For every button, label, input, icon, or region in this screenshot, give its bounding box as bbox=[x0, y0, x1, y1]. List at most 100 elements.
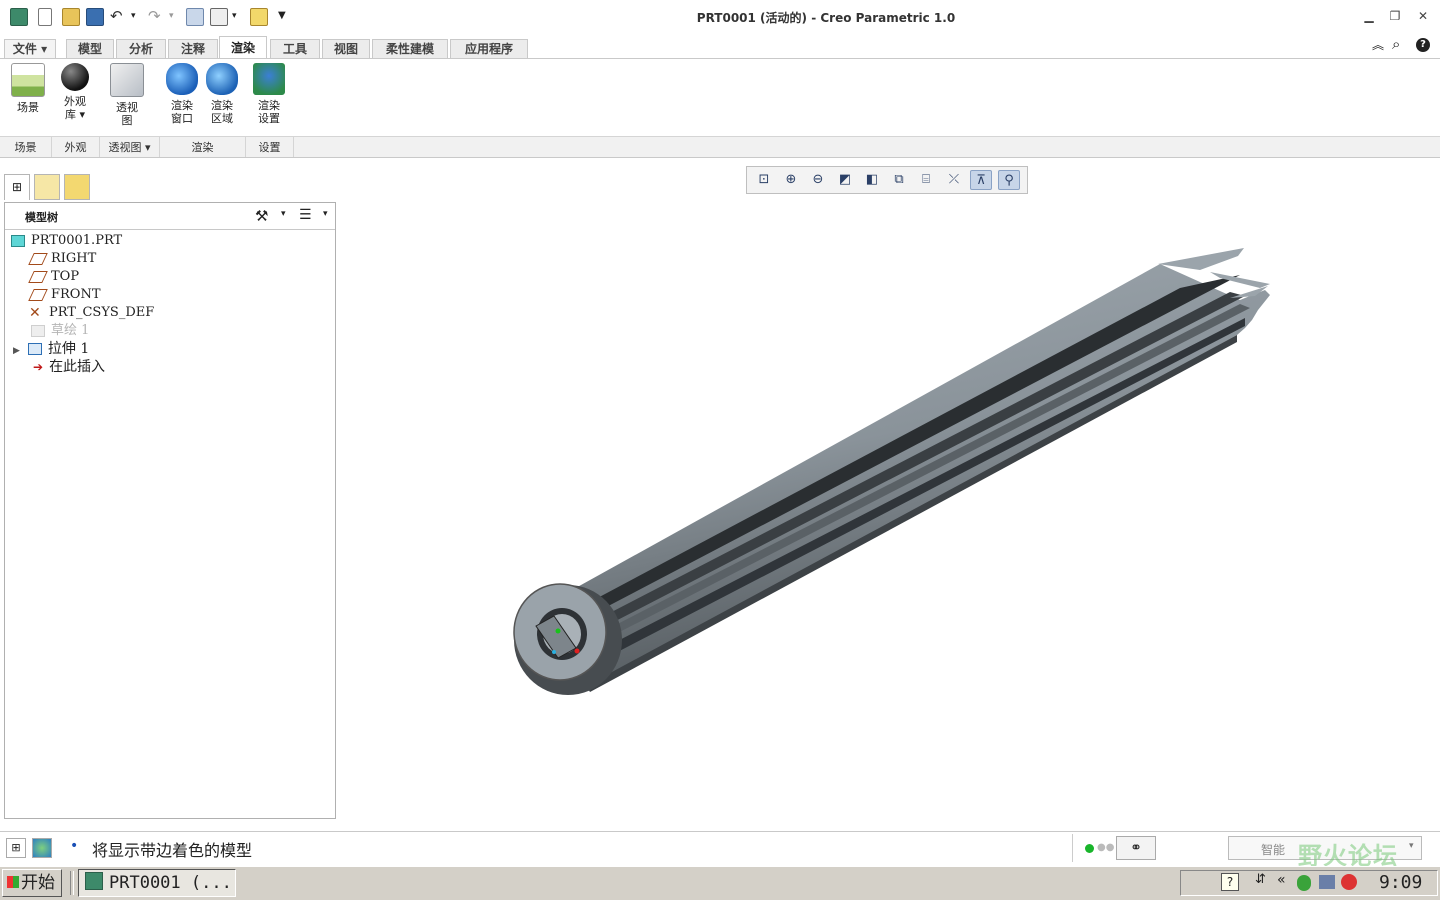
tray: ? ⇵ « 9:09 bbox=[1180, 870, 1438, 896]
tab-analysis[interactable]: 分析 bbox=[116, 39, 166, 58]
expand-arrow-icon[interactable]: ▶ bbox=[13, 346, 20, 356]
tab-annotate[interactable]: 注释 bbox=[168, 39, 218, 58]
saved-orientations-icon[interactable]: ⧉ bbox=[888, 170, 910, 190]
display-style-icon[interactable]: ◧ bbox=[861, 170, 883, 190]
regen-status-dots-icon: ●● bbox=[1097, 842, 1115, 853]
graphics-toolbar: ⊡ ⊕ ⊖ ◩ ◧ ⧉ ⌸ ⤫ ⊼ ⚲ bbox=[746, 166, 1028, 194]
tab-model[interactable]: 模型 bbox=[66, 39, 114, 58]
tab-file[interactable]: 文件 ▾ bbox=[4, 39, 56, 58]
os-taskbar: 开始 PRT0001 (... ? ⇵ « 9:09 bbox=[0, 866, 1440, 900]
datum-plane-icon bbox=[28, 288, 48, 301]
tab-view[interactable]: 视图 bbox=[322, 39, 370, 58]
repaint-icon[interactable]: ◩ bbox=[834, 170, 856, 190]
render-region-button[interactable]: 渲染 区域 bbox=[202, 63, 242, 125]
extrude-icon bbox=[27, 343, 42, 355]
render-setup-icon bbox=[253, 63, 285, 95]
render-region-icon bbox=[206, 63, 238, 95]
model-tree-header: 模型树 ⚒ ▾ ☰ ▾ bbox=[5, 203, 335, 230]
tree-item-sketch[interactable]: 草绘 1 bbox=[31, 322, 89, 340]
collapse-ribbon-icon[interactable]: ︽ bbox=[1372, 36, 1384, 53]
taskbar-item-creo[interactable]: PRT0001 (... bbox=[78, 869, 236, 897]
insert-arrow-icon: ➔ bbox=[33, 360, 44, 374]
group-settings: 设置 bbox=[246, 136, 294, 157]
ribbon: 场景 外观 库 ▾ 透视 图 渲染 窗口 渲染 区域 渲染 设置 场景 外观 透… bbox=[0, 58, 1440, 158]
tree-item-front[interactable]: FRONT bbox=[28, 286, 101, 304]
csys-origin-icon bbox=[555, 628, 561, 634]
filter-dropdown-icon[interactable]: ▾ bbox=[1409, 841, 1414, 851]
divider bbox=[1072, 834, 1073, 862]
search-icon[interactable]: ⌕ bbox=[1392, 35, 1400, 53]
minimize-icon[interactable]: ▁ bbox=[1362, 9, 1376, 23]
navigator-tabs: ⊞ bbox=[4, 172, 98, 202]
tree-item-csys[interactable]: ✕ PRT_CSYS_DEF bbox=[29, 304, 154, 322]
sketch-icon bbox=[31, 324, 45, 337]
creo-task-icon bbox=[85, 872, 103, 890]
spin-center-icon[interactable]: ⚲ bbox=[998, 170, 1020, 190]
tab-flexible-modeling[interactable]: 柔性建模 bbox=[372, 39, 448, 58]
scene-button[interactable]: 场景 bbox=[8, 63, 48, 114]
model-tree-tab-icon[interactable]: ⊞ bbox=[4, 174, 30, 200]
perspective-icon bbox=[110, 63, 144, 97]
language-bar-icon[interactable]: ⇵ bbox=[1255, 872, 1266, 887]
tree-columns-icon[interactable]: ☰ bbox=[299, 207, 312, 223]
tree-item-extrude[interactable]: ▶ 拉伸 1 bbox=[13, 340, 89, 358]
folder-browser-tab-icon[interactable] bbox=[34, 174, 60, 200]
datum-plane-icon bbox=[28, 270, 48, 283]
appearance-sphere-icon bbox=[61, 63, 89, 91]
tree-item-part[interactable]: PRT0001.PRT bbox=[11, 232, 122, 250]
group-perspective[interactable]: 透视图 ▾ bbox=[100, 136, 160, 157]
status-bar: ⊞ • 将显示带边着色的模型 ●● ⚭ 智能 ▾ 野火论坛 bbox=[0, 831, 1440, 870]
close-icon[interactable]: ✕ bbox=[1416, 9, 1430, 23]
regen-status-icon bbox=[1085, 844, 1094, 853]
model-viewport[interactable] bbox=[340, 200, 1440, 825]
tree-settings-icon[interactable]: ⚒ bbox=[255, 207, 268, 225]
annotation-display-icon[interactable]: ⊼ bbox=[970, 170, 992, 190]
tree-item-top[interactable]: TOP bbox=[28, 268, 79, 286]
render-setup-button[interactable]: 渲染 设置 bbox=[249, 63, 289, 125]
appearance-gallery-button[interactable]: 外观 库 ▾ bbox=[54, 63, 96, 121]
part-icon bbox=[11, 234, 25, 247]
browser-toggle-icon[interactable] bbox=[32, 838, 52, 858]
tab-tools[interactable]: 工具 bbox=[270, 39, 320, 58]
render-window-button[interactable]: 渲染 窗口 bbox=[162, 63, 202, 125]
show-hidden-icons[interactable]: « bbox=[1277, 872, 1286, 888]
help-tray-icon[interactable]: ? bbox=[1221, 873, 1239, 891]
csys-icon: ✕ bbox=[29, 304, 41, 321]
help-icon[interactable]: ? bbox=[1416, 38, 1430, 52]
refit-icon[interactable]: ⊡ bbox=[753, 170, 775, 190]
security-shield-icon[interactable] bbox=[1297, 875, 1311, 891]
tab-applications[interactable]: 应用程序 bbox=[450, 39, 528, 58]
find-icon[interactable]: ⚭ bbox=[1116, 836, 1156, 860]
zoom-out-icon[interactable]: ⊖ bbox=[807, 170, 829, 190]
start-button[interactable]: 开始 bbox=[2, 869, 62, 897]
tree-columns-dropdown-icon[interactable]: ▾ bbox=[323, 209, 328, 219]
tree-settings-dropdown-icon[interactable]: ▾ bbox=[281, 209, 286, 219]
datum-display-icon[interactable]: ⤫ bbox=[943, 170, 965, 190]
scene-icon bbox=[11, 63, 45, 97]
windows-logo-icon bbox=[7, 876, 19, 888]
divider bbox=[70, 871, 74, 895]
bullet-icon: • bbox=[70, 838, 79, 854]
zoom-in-icon[interactable]: ⊕ bbox=[780, 170, 802, 190]
antivirus-icon[interactable] bbox=[1341, 874, 1357, 890]
model-tree-panel: 模型树 ⚒ ▾ ☰ ▾ PRT0001.PRT RIGHT TOP FRONT … bbox=[4, 202, 336, 819]
tree-toggle-icon[interactable]: ⊞ bbox=[6, 838, 26, 858]
perspective-view-button[interactable]: 透视 图 bbox=[106, 63, 148, 127]
tab-render[interactable]: 渲染 bbox=[219, 36, 267, 59]
group-appearance: 外观 bbox=[52, 136, 100, 157]
restore-icon[interactable]: ❐ bbox=[1388, 9, 1402, 23]
title-bar: ↶ ▾ ↷ ▾ ▾ ▼ PRT0001 (活动的) - Creo Paramet… bbox=[0, 0, 1440, 34]
tree-item-right[interactable]: RIGHT bbox=[28, 250, 96, 268]
view-manager-icon[interactable]: ⌸ bbox=[915, 170, 937, 190]
tree-item-insert-here[interactable]: ➔ 在此插入 bbox=[33, 358, 105, 376]
group-scene: 场景 bbox=[0, 136, 52, 157]
window-title: PRT0001 (活动的) - Creo Parametric 1.0 bbox=[696, 11, 956, 25]
render-window-icon bbox=[166, 63, 198, 95]
model-tree-title: 模型树 bbox=[25, 211, 58, 224]
selection-filter-value: 智能 bbox=[1261, 843, 1286, 857]
group-render: 渲染 bbox=[160, 136, 246, 157]
network-icon[interactable] bbox=[1319, 875, 1335, 889]
ribbon-tabs: 文件 ▾ 模型 分析 注释 渲染 工具 视图 柔性建模 应用程序 ︽ ⌕ ? bbox=[0, 35, 1440, 59]
status-message: 将显示带边着色的模型 bbox=[92, 841, 253, 860]
favorites-tab-icon[interactable] bbox=[64, 174, 90, 200]
